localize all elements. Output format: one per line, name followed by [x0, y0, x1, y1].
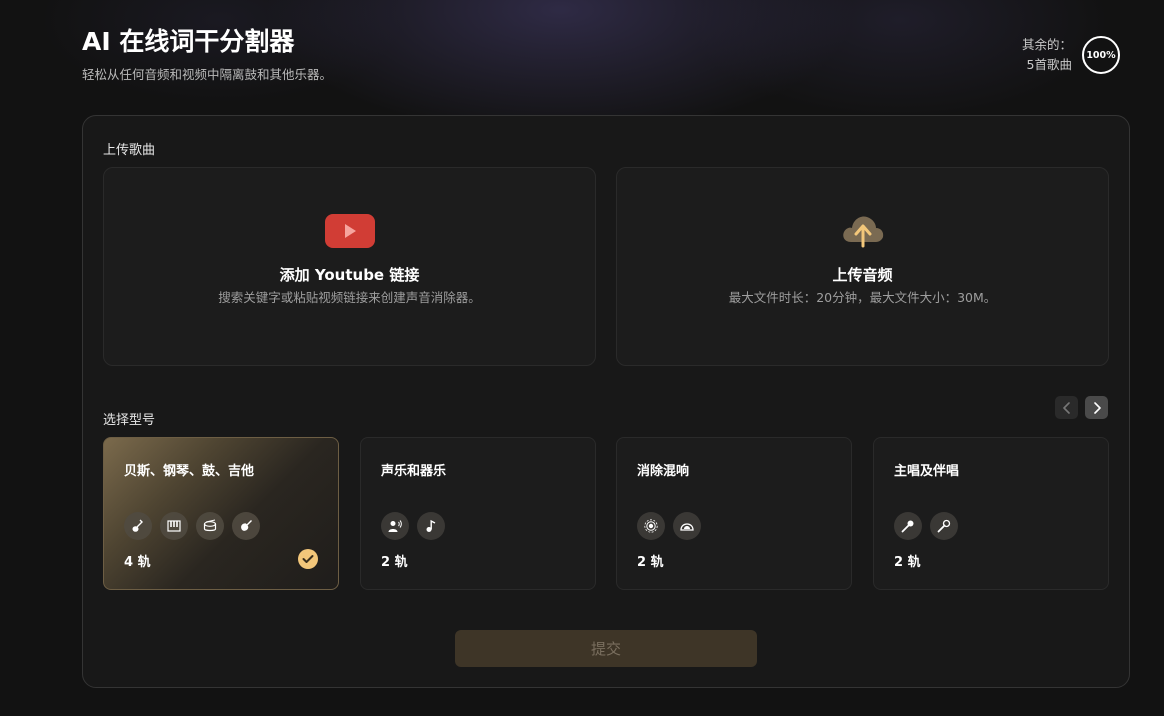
- reverb-icon: [637, 512, 665, 540]
- model-card-tracks: 4 轨: [124, 555, 151, 570]
- cloud-upload-icon: [841, 212, 885, 252]
- page-subtitle: 轻松从任何音频和视频中隔离鼓和其他乐器。: [82, 67, 333, 82]
- youtube-icon: [324, 214, 375, 252]
- vocal-icon: [381, 512, 409, 540]
- model-card-icons: [894, 512, 966, 540]
- page-title: AI 在线词干分割器: [82, 27, 295, 56]
- quota-label: 其余的：: [1021, 37, 1072, 52]
- youtube-card-description: 搜索关键字或粘贴视频链接来创建声音消除器。: [218, 290, 481, 305]
- audio-card-title: 上传音频: [832, 266, 893, 284]
- model-card-tracks: 2 轨: [637, 555, 664, 570]
- quota-indicator: 其余的： 5首歌曲 100%: [1022, 35, 1120, 75]
- audio-card-description: 最大文件时长：20分钟，最大文件大小：30M。: [728, 290, 997, 305]
- model-card-dereverb[interactable]: 消除混响 2 轨: [616, 437, 852, 590]
- bass-icon: [124, 512, 152, 540]
- drum-icon: [196, 512, 224, 540]
- upload-section-label: 上传歌曲: [103, 143, 156, 158]
- model-card-title: 主唱及伴唱: [894, 464, 960, 479]
- submit-button[interactable]: 提交: [455, 630, 757, 667]
- microphone-icon: [894, 512, 922, 540]
- guitar-icon: [232, 512, 260, 540]
- model-card-lead-backing[interactable]: 主唱及伴唱 2 轨: [873, 437, 1109, 590]
- model-card-vocal-instrumental[interactable]: 声乐和器乐 2 轨: [360, 437, 596, 590]
- carousel-next-button[interactable]: [1085, 396, 1108, 419]
- quota-count: 5首歌曲: [1026, 57, 1072, 72]
- model-section-label: 选择型号: [103, 413, 156, 428]
- youtube-card-title: 添加 Youtube 链接: [279, 266, 420, 284]
- dry-signal-icon: [673, 512, 701, 540]
- model-card-tracks: 2 轨: [894, 555, 921, 570]
- model-card-title: 贝斯、钢琴、鼓、吉他: [124, 464, 255, 479]
- carousel-prev-button[interactable]: [1055, 396, 1078, 419]
- model-card-tracks: 2 轨: [381, 555, 408, 570]
- piano-icon: [160, 512, 188, 540]
- chevron-right-icon: [1093, 401, 1101, 414]
- check-icon: [298, 549, 318, 569]
- microphone-icon: [930, 512, 958, 540]
- chevron-left-icon: [1062, 401, 1070, 414]
- model-card-icons: [124, 512, 268, 540]
- model-card-icons: [637, 512, 709, 540]
- main-panel: 上传歌曲 添加 Youtube 链接 搜索关键字或粘贴视频链接来创建声音消除器。…: [82, 115, 1130, 688]
- youtube-link-card[interactable]: 添加 Youtube 链接 搜索关键字或粘贴视频链接来创建声音消除器。: [103, 167, 596, 366]
- model-card-title: 消除混响: [637, 464, 690, 479]
- quota-text: 其余的： 5首歌曲: [1022, 35, 1072, 75]
- model-card-title: 声乐和器乐: [381, 464, 447, 479]
- model-card-icons: [381, 512, 453, 540]
- quota-percent-ring: 100%: [1082, 36, 1120, 74]
- music-note-icon: [417, 512, 445, 540]
- audio-upload-card[interactable]: 上传音频 最大文件时长：20分钟，最大文件大小：30M。: [616, 167, 1109, 366]
- page-header: AI 在线词干分割器 轻松从任何音频和视频中隔离鼓和其他乐器。: [82, 26, 332, 83]
- model-card-four-stem[interactable]: 贝斯、钢琴、鼓、吉他 4 轨: [103, 437, 339, 590]
